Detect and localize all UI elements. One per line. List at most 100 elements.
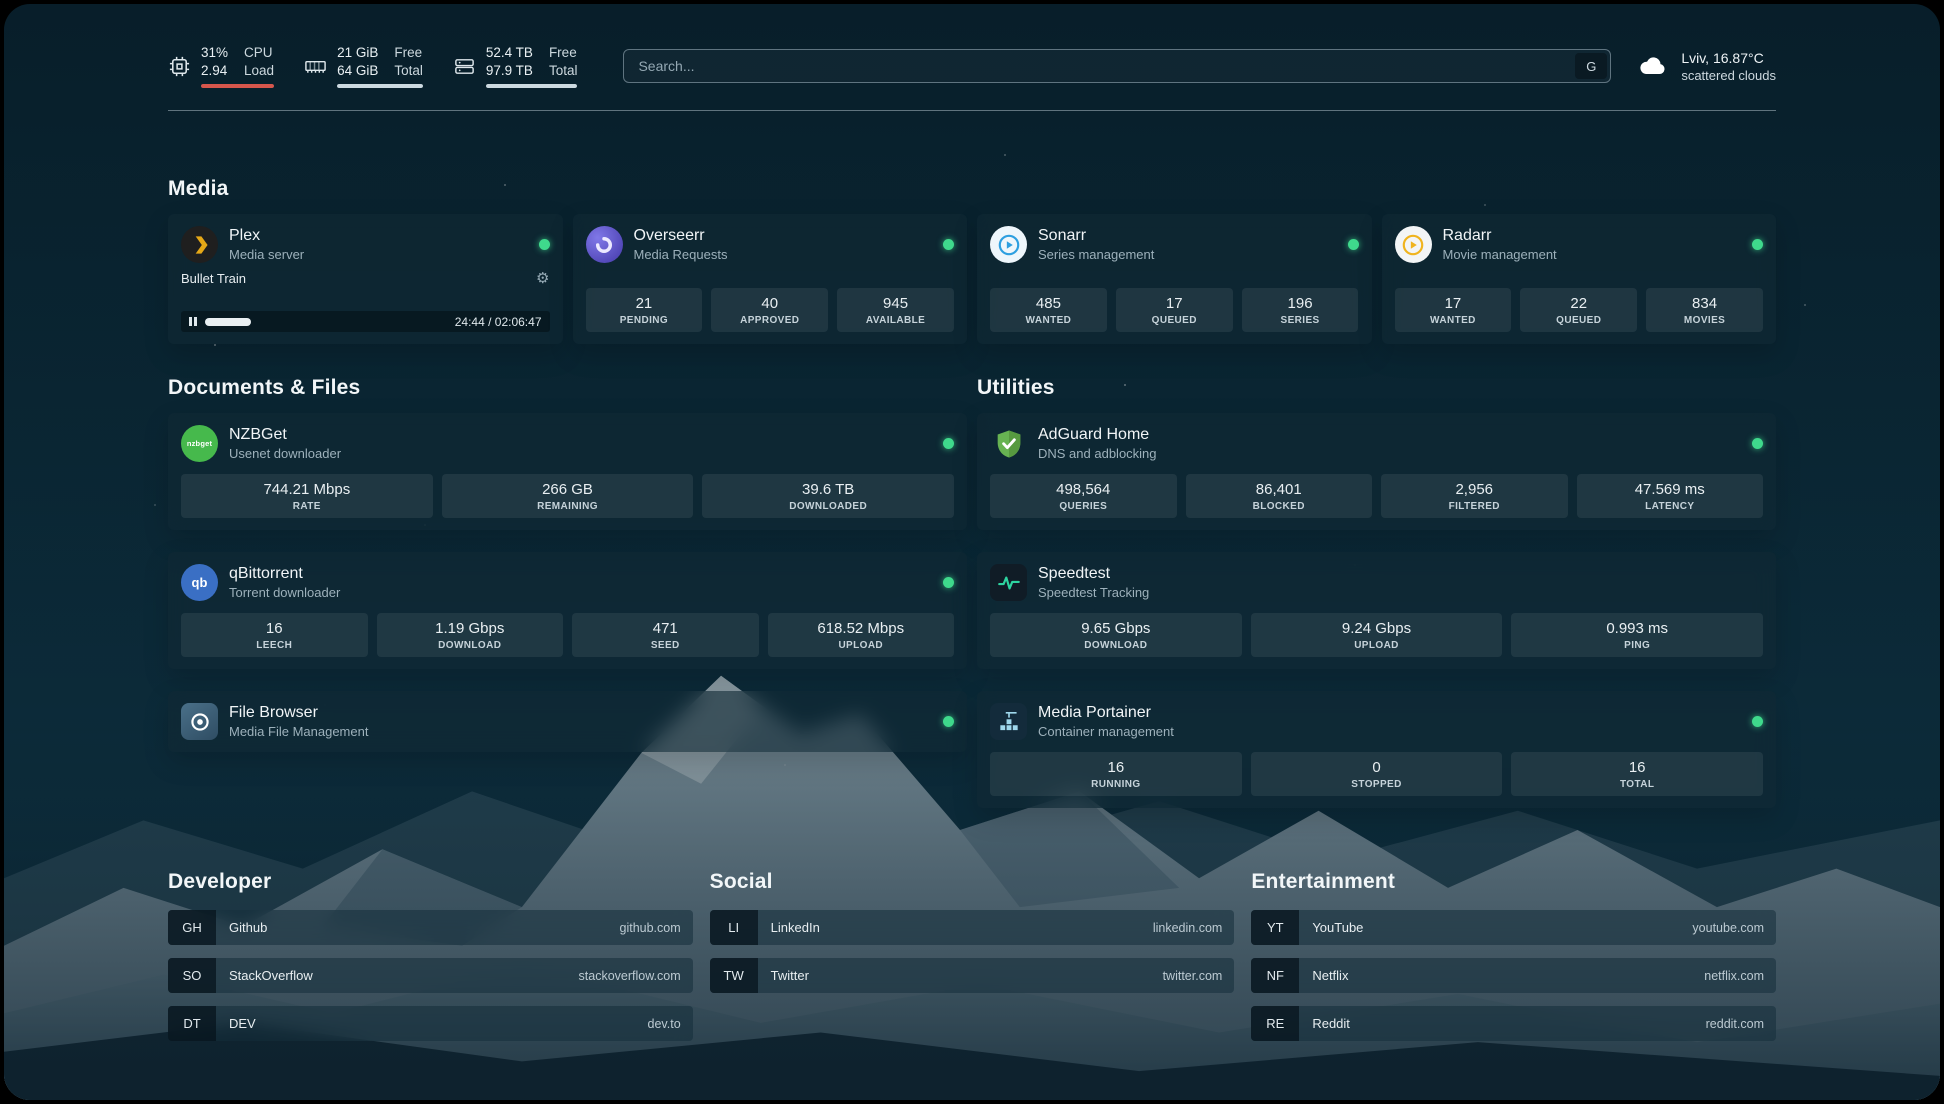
- bookmark-stackoverflow[interactable]: SO StackOverflow stackoverflow.com: [168, 958, 693, 993]
- bookmark-reddit[interactable]: RE Reddit reddit.com: [1251, 1006, 1776, 1041]
- service-card-nzbget[interactable]: nzbget NZBGet Usenet downloader 744.21 M…: [168, 413, 967, 530]
- stat-label: LEECH: [185, 640, 364, 651]
- status-dot: [1348, 239, 1359, 250]
- stat-value: 0.993 ms: [1515, 620, 1759, 637]
- memory-total-value: 64 GiB: [337, 62, 378, 80]
- cpu-usage-bar-fill: [201, 84, 274, 88]
- stat-value: 16: [185, 620, 364, 637]
- cpu-icon: [168, 55, 191, 78]
- cpu-load-label: Load: [244, 62, 274, 80]
- search-input[interactable]: [623, 49, 1611, 83]
- stat-label: QUEUED: [1120, 315, 1229, 326]
- memory-usage-bar: [337, 84, 423, 88]
- service-card-sonarr[interactable]: Sonarr Series management 485 WANTED 17 Q…: [977, 214, 1372, 344]
- stat-value: 9.65 Gbps: [994, 620, 1238, 637]
- service-card-portainer[interactable]: Media Portainer Container management 16 …: [977, 691, 1776, 808]
- bookmark-twitter[interactable]: TW Twitter twitter.com: [710, 958, 1235, 993]
- filebrowser-icon: [181, 703, 218, 740]
- stat-label: PENDING: [590, 315, 699, 326]
- service-name: qBittorrent: [229, 565, 340, 583]
- stat-value: 21: [590, 295, 699, 312]
- bookmark-netflix[interactable]: NF Netflix netflix.com: [1251, 958, 1776, 993]
- bookmark-url: youtube.com: [1692, 921, 1764, 935]
- section-title-developer: Developer: [168, 870, 693, 894]
- stat-value: 16: [994, 759, 1238, 776]
- stat-download: 1.19 Gbps DOWNLOAD: [377, 613, 564, 657]
- stat-movies: 834 MOVIES: [1646, 288, 1763, 332]
- stat-total: 16 TOTAL: [1511, 752, 1763, 796]
- cpu-widget: 31% 2.94 CPU Load: [168, 44, 274, 87]
- stat-label: STOPPED: [1255, 779, 1499, 790]
- service-name: Overseerr: [634, 227, 728, 245]
- service-description: Media Requests: [634, 247, 728, 262]
- pause-icon[interactable]: [189, 317, 197, 326]
- bookmark-abbr: SO: [168, 958, 216, 993]
- bookmark-abbr: NF: [1251, 958, 1299, 993]
- service-card-filebrowser[interactable]: File Browser Media File Management: [168, 691, 967, 752]
- service-card-plex[interactable]: Plex Media server Bullet Train ⚙: [168, 214, 563, 344]
- portainer-icon: [990, 703, 1027, 740]
- memory-icon: [304, 55, 327, 78]
- stat-value: 2,956: [1385, 481, 1564, 498]
- bookmark-name: StackOverflow: [229, 968, 313, 983]
- stat-label: TOTAL: [1515, 779, 1759, 790]
- stat-queries: 498,564 QUERIES: [990, 474, 1177, 518]
- stat-value: 9.24 Gbps: [1255, 620, 1499, 637]
- cpu-usage-label: CPU: [244, 44, 274, 62]
- disk-total-label: Total: [549, 62, 578, 80]
- bookmark-dev[interactable]: DT DEV dev.to: [168, 1006, 693, 1041]
- dashboard-content: 31% 2.94 CPU Load: [168, 4, 1776, 1054]
- bookmark-youtube[interactable]: YT YouTube youtube.com: [1251, 910, 1776, 945]
- stat-value: 0: [1255, 759, 1499, 776]
- section-title-entertainment: Entertainment: [1251, 870, 1776, 894]
- resource-widgets: 31% 2.94 CPU Load: [168, 44, 577, 87]
- stat-wanted: 485 WANTED: [990, 288, 1107, 332]
- weather-widget: Lviv, 16.87°C scattered clouds: [1637, 50, 1776, 83]
- qbittorrent-icon-label: qb: [192, 575, 208, 590]
- search-provider-button[interactable]: G: [1575, 53, 1607, 79]
- stat-label: PING: [1515, 640, 1759, 651]
- stat-filtered: 2,956 FILTERED: [1381, 474, 1568, 518]
- stat-value: 16: [1515, 759, 1759, 776]
- service-name: Speedtest: [1038, 565, 1149, 583]
- adguard-icon: [990, 425, 1027, 462]
- header-divider: [168, 110, 1776, 111]
- status-dot: [943, 577, 954, 588]
- progress-fill: [205, 318, 251, 326]
- bookmarks-developer: Developer GH Github github.com SO StackO…: [168, 870, 693, 1054]
- service-description: Series management: [1038, 247, 1154, 262]
- stat-label: QUEUED: [1524, 315, 1633, 326]
- service-card-speedtest[interactable]: Speedtest Speedtest Tracking 9.65 Gbps D…: [977, 552, 1776, 669]
- service-card-adguard[interactable]: AdGuard Home DNS and adblocking 498,564 …: [977, 413, 1776, 530]
- bookmark-url: dev.to: [648, 1017, 681, 1031]
- stat-label: QUERIES: [994, 501, 1173, 512]
- stat-label: RUNNING: [994, 779, 1238, 790]
- section-title-social: Social: [710, 870, 1235, 894]
- stat-label: DOWNLOAD: [381, 640, 560, 651]
- stat-stopped: 0 STOPPED: [1251, 752, 1503, 796]
- overseerr-icon: [586, 226, 623, 263]
- service-description: DNS and adblocking: [1038, 446, 1157, 461]
- service-card-radarr[interactable]: Radarr Movie management 17 WANTED 22 QUE…: [1382, 214, 1777, 344]
- stat-wanted: 17 WANTED: [1395, 288, 1512, 332]
- section-title-media: Media: [168, 177, 1776, 201]
- bookmarks-social: Social LI LinkedIn linkedin.com TW Twitt…: [710, 870, 1235, 1054]
- service-card-overseerr[interactable]: Overseerr Media Requests 21 PENDING 40 A…: [573, 214, 968, 344]
- stat-label: DOWNLOAD: [994, 640, 1238, 651]
- gear-icon[interactable]: ⚙: [536, 271, 549, 286]
- service-card-qbittorrent[interactable]: qb qBittorrent Torrent downloader 16: [168, 552, 967, 669]
- stat-value: 40: [715, 295, 824, 312]
- weather-location: Lviv, 16.87°C: [1681, 50, 1776, 66]
- stat-label: UPLOAD: [772, 640, 951, 651]
- disk-usage-bar: [486, 84, 578, 88]
- bookmark-linkedin[interactable]: LI LinkedIn linkedin.com: [710, 910, 1235, 945]
- memory-usage-bar-fill: [337, 84, 423, 88]
- service-description: Torrent downloader: [229, 585, 340, 600]
- stat-value: 618.52 Mbps: [772, 620, 951, 637]
- stat-value: 47.569 ms: [1581, 481, 1760, 498]
- cloud-icon: [1637, 54, 1669, 78]
- bookmark-abbr: DT: [168, 1006, 216, 1041]
- bookmark-github[interactable]: GH Github github.com: [168, 910, 693, 945]
- top-bar: 31% 2.94 CPU Load: [168, 40, 1776, 92]
- cpu-usage-bar: [201, 84, 274, 88]
